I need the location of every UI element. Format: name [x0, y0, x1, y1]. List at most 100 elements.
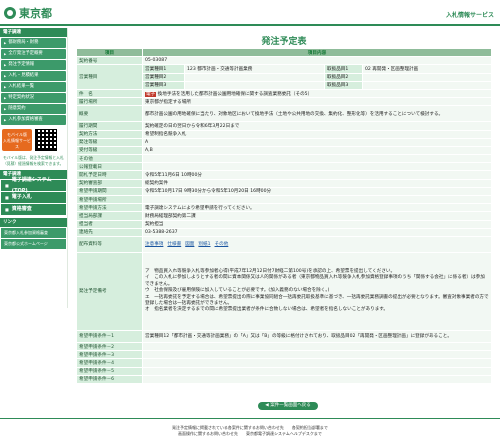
table-row: 公報登載日 [76, 162, 492, 172]
sidebar-link[interactable]: 東京都入札参加資格審査 [1, 228, 66, 238]
table-row: 希望申請条件－1 営業種目12「都市計画・交通等計画業務」の「A」又は「B」の等… [76, 329, 492, 343]
row-label: 件 名 [76, 88, 143, 99]
table-row: 希望申請条件－3 [76, 350, 492, 360]
sub-value [184, 80, 325, 90]
table-row: 希望申請条件－5 [76, 366, 492, 376]
sub-value: 02 再開発・区画整理計画 [362, 64, 492, 74]
docs-list: 注意事項 仕様書 図面 別紙1 その他 [145, 241, 489, 247]
table-row: 希望申請条件－6 [76, 374, 492, 384]
site-title: 入札情報サービス [445, 12, 494, 19]
sidebar-item[interactable]: 入札・見積結果 [1, 71, 66, 81]
mobile-note: モバイル版は、発注予定情報と入札（見積）経過情報を検索できます。 [3, 155, 64, 166]
sidebar-item[interactable]: 発注予定情報 [1, 60, 66, 70]
table-row: その他 [76, 154, 492, 164]
row-label: 契約方法 [76, 129, 143, 139]
table-row: 希望申請条件－4 [76, 358, 492, 368]
section-value: 財務局経理部契約第二課 [142, 211, 492, 221]
sidebar-big-item[interactable]: 電子調達システム(TOP) [1, 177, 66, 194]
table-row: 履行場所 東京都が指定する場所 [76, 97, 492, 107]
document-link[interactable]: 仕様書 [167, 241, 181, 247]
document-link[interactable]: 注意事項 [145, 241, 163, 247]
main-content: 発注予定表 項目 項目内容 契約番号 05-03087 営業種目 営業種目1 1… [72, 30, 496, 410]
document-link[interactable]: 別紙1 [198, 241, 210, 247]
page-title: 発注予定表 [261, 37, 307, 47]
sidebar-item[interactable]: 都財務局・財務 [1, 38, 66, 48]
back-arrow-icon: ◀ [265, 403, 269, 408]
mobile-button[interactable]: モバイル版 入札情報サービス [2, 129, 32, 151]
tokyo-logo[interactable]: 東京都 [4, 5, 52, 21]
table-row: 営業種目 営業種目1 123 都市計画・交通等計画業務 取扱品目1 02 再開発… [76, 64, 492, 90]
row-label: 希望申請方法 [76, 203, 143, 213]
row-label: 契約番号 [76, 56, 143, 66]
open-value: 令和5年11月6日 10時00分 [142, 170, 492, 180]
sub-value [184, 72, 325, 82]
table-row: 受付等級 A,B [76, 145, 492, 156]
contact-value: 03-5388-2637 [142, 227, 492, 237]
row-label: 契約審査部 [76, 178, 143, 188]
condition-value [142, 350, 492, 360]
row-label: 担当局部課 [76, 211, 143, 221]
condition-value [142, 374, 492, 384]
person-value: 契約担当 [142, 219, 492, 229]
table-row: 希望申請方法 電子調達システムにより希望申請を行ってください。 [76, 203, 492, 213]
row-label: 公報登載日 [76, 162, 143, 172]
table-row: 発注予定備考 ア 物品買入れ等競争入札等参加者心得(平成7年12月12日付7財経… [76, 251, 492, 331]
table-row: 連絡先 03-5388-2637 [76, 227, 492, 237]
table-row: 発注等級 A [76, 137, 492, 147]
sidebar-big-item[interactable]: 資格審査 [1, 204, 66, 215]
row-label: 発注等級 [76, 137, 143, 147]
rank-value: A,B [142, 145, 492, 156]
table-row: 希望申請期間 令和5年10月17日 9時30分から令和5年10月20日 16時0… [76, 186, 492, 197]
back-to-list-button[interactable]: ◀ 案件一覧画面へ戻る [258, 402, 318, 410]
table-header-content: 項目内容 [142, 47, 492, 58]
sub-label: 取扱品目3 [324, 80, 363, 90]
sidebar-item[interactable]: 全庁発注予定概要 [1, 49, 66, 59]
footer-line: 画面操作に関するお問い合わせ先 東京都電子調達システムヘルプデスクまで [178, 431, 322, 436]
document-link[interactable]: その他 [215, 241, 229, 247]
table-row: 契約方法 希望制指名競争入札 [76, 129, 492, 139]
table-row: 履行期間 契約確定の日の翌日から令和6年3月22日まで [76, 121, 492, 131]
qr-code-icon [35, 129, 57, 151]
sidebar: 電子調達 都財務局・財務 全庁発注予定概要 発注予定情報 入札・見積結果 入札結… [0, 28, 68, 308]
apply-value: 令和5年10月17日 9時30分から令和5年10月20日 16時00分 [142, 186, 492, 197]
table-row: 開札予定日時 令和5年11月6日 10時00分 [76, 170, 492, 180]
row-label: 概要 [76, 105, 143, 123]
row-label: 希望申請条件－2 [76, 341, 143, 352]
sidebar-item[interactable]: 入札参加資格審査 [1, 115, 66, 125]
logo-text: 東京都 [19, 7, 52, 20]
sidebar-item[interactable]: 随意契約 [1, 104, 66, 114]
sidebar-section-title: リンク [0, 218, 67, 227]
row-label: 希望申請条件－3 [76, 350, 143, 360]
place-value: 東京都が指定する場所 [142, 97, 492, 107]
back-button-label: 案件一覧画面へ戻る [270, 403, 311, 408]
sidebar-item[interactable]: 特定契約状況 [1, 93, 66, 103]
table-row: 担当者 契約担当 [76, 219, 492, 229]
period-value: 契約確定の日の翌日から令和6年3月22日まで [142, 121, 492, 131]
sidebar-link[interactable]: 東京都公式ホームページ [1, 239, 66, 249]
table-row: 配布資料等 注意事項 仕様書 図面 別紙1 その他 [76, 235, 492, 253]
electronic-tag: 電子 [145, 91, 157, 97]
sub-value [362, 72, 492, 82]
sub-label: 営業種目2 [142, 72, 185, 82]
row-label: 希望申請条件－4 [76, 358, 143, 368]
row-label: 希望申請期間 [76, 186, 143, 197]
document-link[interactable]: 図面 [185, 241, 194, 247]
row-label: その他 [76, 154, 143, 164]
sub-label: 取扱品目1 [324, 64, 363, 74]
row-label: 担当者 [76, 219, 143, 229]
table-row: 担当局部課 財務局経理部契約第二課 [76, 211, 492, 221]
condition-value: 営業種目12「都市計画・交通等計画業務」の「A」又は「B」の等級に格付けされてお… [142, 329, 492, 343]
summary-value: 都市計画公園の用地確保に当たり、対象地区において換地手法（土地や公共用地の交換、… [142, 105, 492, 123]
sidebar-item[interactable]: 入札結果一覧 [1, 82, 66, 92]
sidebar-section-title: 電子調達 [0, 28, 67, 37]
notice-value [142, 162, 492, 172]
row-label: 履行期間 [76, 121, 143, 131]
contract-number: 05-03087 [142, 56, 492, 66]
footer: 発注予定情報に掲載されている各案件に関するお問い合わせ先 各契約担当部署まで 画… [0, 418, 500, 447]
row-label: 発注予定備考 [76, 251, 143, 331]
condition-value [142, 366, 492, 376]
row-label: 希望申請条件－5 [76, 366, 143, 376]
site-header: 東京都 入札情報サービス [0, 0, 500, 26]
row-label: 希望申請条件－6 [76, 374, 143, 384]
table-row: 契約番号 05-03087 [76, 56, 492, 66]
